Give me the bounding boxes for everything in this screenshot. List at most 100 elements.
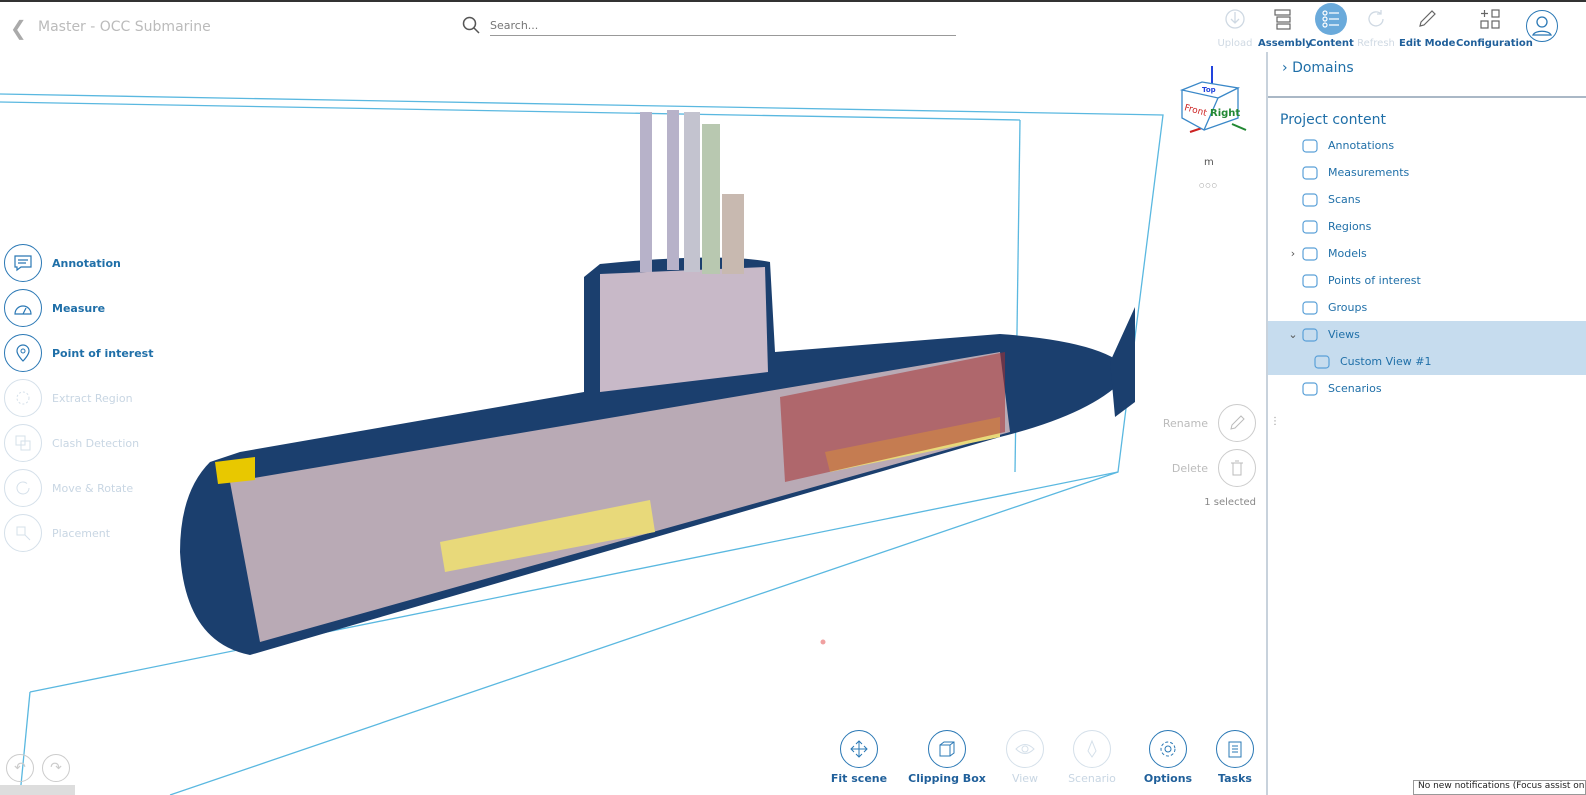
chevron-right-icon[interactable]: › [1286,247,1300,260]
tree-item-views[interactable]: ⌄ Views [1268,321,1586,348]
configuration-button[interactable]: Configuration [1456,6,1533,49]
tree-item-label: Measurements [1328,166,1410,179]
tree-item-label: Views [1328,328,1360,341]
tree-item-label: Models [1328,247,1367,260]
upload-button[interactable]: Upload [1212,6,1258,49]
pivot-point [820,639,826,645]
measure-tool[interactable]: Measure [4,289,105,327]
divider [1268,96,1586,98]
tree-item-scenarios[interactable]: Scenarios [1268,375,1586,402]
tree-item-label: Scans [1328,193,1361,206]
location-pin-icon [1300,271,1320,291]
pencil-icon [1230,415,1245,430]
notification-tooltip: No new notifications (Focus assist on) [1413,780,1586,795]
rotate-icon [16,481,30,495]
top-bar: ❮ Master - OCC Submarine Upload Assembly… [0,0,1586,52]
fit-scene-button[interactable]: Fit scene [819,730,899,785]
taskbar-fragment [0,785,75,795]
region-icon [1300,217,1320,237]
tree-item-custom-view-1[interactable]: Custom View #1 [1268,348,1586,375]
gear-icon [1160,741,1176,757]
view-cube-icon [1179,66,1247,133]
tree-item-points-of-interest[interactable]: Points of interest [1268,267,1586,294]
search-icon [462,16,480,34]
view-cube-top[interactable]: Top [1202,86,1216,94]
annotation-tool[interactable]: Annotation [4,244,121,282]
tree-item-label: Groups [1328,301,1368,314]
assembly-button[interactable]: Assembly [1258,6,1312,49]
tree-item-scans[interactable]: Scans [1268,186,1586,213]
tree-item-annotations[interactable]: Annotations [1268,132,1586,159]
clipping-box-icon [939,741,955,757]
tree-item-regions[interactable]: Regions [1268,213,1586,240]
chevron-down-icon[interactable]: ⌄ [1286,328,1300,341]
clash-icon [15,435,31,451]
delete-view-button[interactable]: Delete [1172,449,1256,487]
back-icon[interactable]: ❮ [10,16,27,40]
page-title: Master - OCC Submarine [38,19,211,35]
refresh-icon [1368,10,1384,27]
undo-icon: ↶ [14,760,26,776]
content-panel: ⋮ › Domains Project content Annotations M… [1266,52,1586,795]
model-icon [1300,244,1320,264]
tree-item-label: Regions [1328,220,1372,233]
clash-detection-tool[interactable]: Clash Detection [4,424,139,462]
assembly-icon [1274,9,1291,30]
measurement-icon [1300,163,1320,183]
redo-button[interactable]: ↷ [42,754,70,782]
refresh-button[interactable]: Refresh [1354,6,1398,49]
3d-viewport[interactable]: Top Front Right m ○○○ Annotation Measure… [0,52,1266,795]
content-button[interactable]: Content [1309,3,1354,49]
measure-icon [14,305,32,315]
tree-item-label: Points of interest [1328,274,1421,287]
group-icon [1300,298,1320,318]
edit-mode-button[interactable]: Edit Mode [1399,6,1455,49]
point-of-interest-tool[interactable]: Point of interest [4,334,154,372]
tasks-button[interactable]: Tasks [1195,730,1275,785]
panel-resize-handle[interactable]: ⋮ [1270,416,1280,427]
move-rotate-tool[interactable]: Move & Rotate [4,469,133,507]
more-icon[interactable]: ○○○ [1199,182,1218,189]
clipping-box-button[interactable]: Clipping Box [907,730,987,785]
user-icon [1532,16,1552,36]
user-avatar[interactable] [1526,10,1558,42]
trash-icon [1231,460,1243,476]
scan-icon [1300,190,1320,210]
chevron-right-icon: › [1282,60,1288,76]
view-cube[interactable]: Top Front Right m ○○○ [1176,62,1256,192]
tree-item-label: Custom View #1 [1340,355,1432,368]
tree-item-label: Scenarios [1328,382,1382,395]
configuration-icon [1480,9,1500,29]
eye-icon [1300,325,1320,345]
rename-view-button[interactable]: Rename [1163,404,1256,442]
redo-icon: ↷ [50,760,62,776]
eye-icon [1015,744,1035,754]
placement-tool[interactable]: Placement [4,514,110,552]
tree-item-label: Annotations [1328,139,1395,152]
unit-label: m [1204,157,1214,168]
tree-item-measurements[interactable]: Measurements [1268,159,1586,186]
annotation-icon [14,255,32,272]
annotation-icon [1300,136,1320,156]
search-box [462,16,956,38]
download-icon [1225,9,1245,29]
project-content-heading: Project content [1280,112,1386,128]
extract-region-tool[interactable]: Extract Region [4,379,133,417]
submarine-model[interactable] [0,52,1266,795]
tree-item-groups[interactable]: Groups [1268,294,1586,321]
placement-icon [16,526,31,541]
tree-item-models[interactable]: › Models [1268,240,1586,267]
region-icon [16,391,30,405]
scenario-icon [1087,739,1097,758]
undo-button[interactable]: ↶ [6,754,34,782]
pencil-icon [1419,10,1436,27]
eye-icon [1312,352,1332,372]
fit-scene-icon [850,740,868,758]
submarine-hull [180,110,1135,655]
search-input[interactable] [490,16,956,36]
scenario-button[interactable]: Scenario [1052,730,1132,785]
view-cube-right[interactable]: Right [1210,108,1240,119]
scenario-icon [1300,379,1320,399]
domains-section[interactable]: › Domains [1282,60,1354,76]
selection-count: 1 selected [1204,497,1256,508]
